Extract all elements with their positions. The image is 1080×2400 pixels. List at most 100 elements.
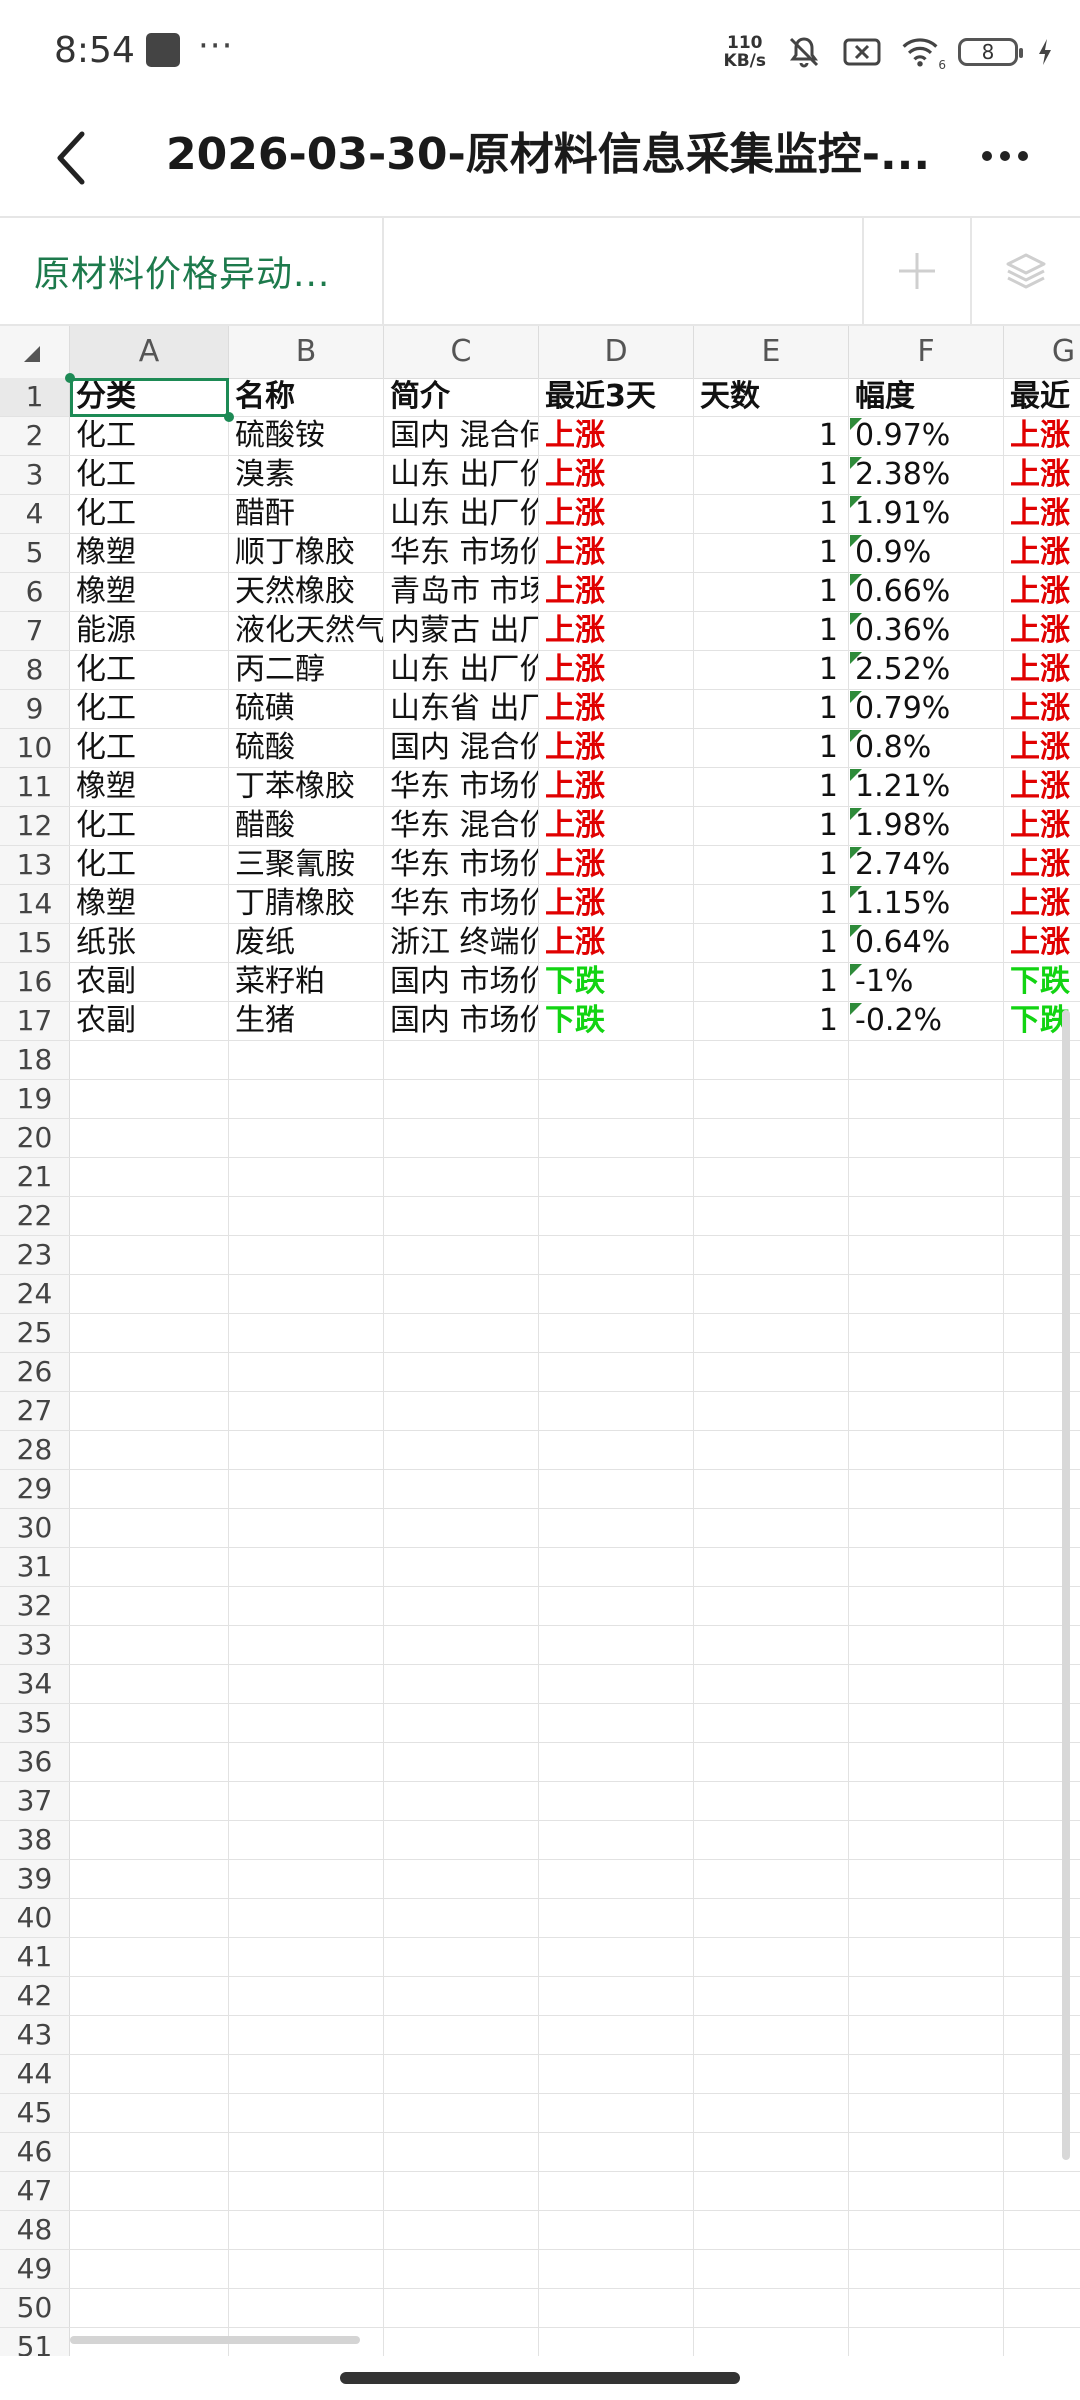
row-number[interactable]: 2 bbox=[0, 417, 70, 455]
table-cell[interactable]: 顺丁橡胶 bbox=[229, 534, 384, 572]
column-header-d[interactable]: D bbox=[539, 326, 694, 378]
table-cell[interactable]: 上涨 bbox=[1004, 807, 1080, 845]
table-cell[interactable] bbox=[694, 1938, 849, 1976]
table-cell[interactable]: 青岛市 市场 bbox=[384, 573, 539, 611]
sheet-tab-active[interactable]: 原材料价格异动... bbox=[0, 218, 384, 324]
row-number[interactable]: 13 bbox=[0, 846, 70, 884]
table-cell[interactable]: 1 bbox=[694, 807, 849, 845]
table-cell[interactable]: 化工 bbox=[70, 690, 229, 728]
table-cell[interactable] bbox=[70, 1080, 229, 1118]
table-cell[interactable] bbox=[70, 1626, 229, 1664]
row-number[interactable]: 15 bbox=[0, 924, 70, 962]
table-cell[interactable] bbox=[229, 1665, 384, 1703]
table-cell[interactable] bbox=[229, 2172, 384, 2210]
table-cell[interactable]: 下跌 bbox=[539, 963, 694, 1001]
table-cell[interactable] bbox=[70, 2211, 229, 2249]
row-number[interactable]: 32 bbox=[0, 1587, 70, 1625]
table-cell[interactable] bbox=[70, 1392, 229, 1430]
table-cell[interactable] bbox=[694, 1275, 849, 1313]
column-header-f[interactable]: F bbox=[849, 326, 1004, 378]
table-cell[interactable] bbox=[694, 1509, 849, 1547]
row-number[interactable]: 7 bbox=[0, 612, 70, 650]
row-number[interactable]: 23 bbox=[0, 1236, 70, 1274]
table-cell[interactable]: 硫酸 bbox=[229, 729, 384, 767]
table-cell[interactable] bbox=[694, 1626, 849, 1664]
back-button[interactable] bbox=[52, 123, 112, 193]
row-number[interactable]: 24 bbox=[0, 1275, 70, 1313]
table-cell[interactable] bbox=[229, 2250, 384, 2288]
table-cell[interactable] bbox=[849, 1821, 1004, 1859]
table-cell[interactable]: 硫酸铵 bbox=[229, 417, 384, 455]
column-header-b[interactable]: B bbox=[229, 326, 384, 378]
table-cell[interactable]: 上涨 bbox=[539, 612, 694, 650]
add-sheet-button[interactable] bbox=[862, 218, 972, 324]
table-cell[interactable] bbox=[384, 1977, 539, 2015]
table-cell[interactable]: 浙江 终端价 bbox=[384, 924, 539, 962]
table-cell[interactable]: 1 bbox=[694, 417, 849, 455]
table-cell[interactable] bbox=[1004, 2250, 1080, 2288]
row-number[interactable]: 39 bbox=[0, 1860, 70, 1898]
table-cell[interactable] bbox=[539, 1197, 694, 1235]
table-cell[interactable] bbox=[70, 1938, 229, 1976]
table-cell[interactable] bbox=[229, 1548, 384, 1586]
table-cell[interactable]: 上涨 bbox=[539, 417, 694, 455]
table-cell[interactable] bbox=[539, 1626, 694, 1664]
table-cell[interactable]: 上涨 bbox=[539, 651, 694, 689]
table-cell[interactable] bbox=[694, 2133, 849, 2171]
row-number[interactable]: 18 bbox=[0, 1041, 70, 1079]
row-number[interactable]: 8 bbox=[0, 651, 70, 689]
table-cell[interactable] bbox=[384, 1119, 539, 1157]
row-number[interactable]: 12 bbox=[0, 807, 70, 845]
table-cell[interactable]: 2.74% bbox=[849, 846, 1004, 884]
row-number[interactable]: 35 bbox=[0, 1704, 70, 1742]
row-number[interactable]: 31 bbox=[0, 1548, 70, 1586]
header-cell[interactable]: 最近3天 bbox=[539, 378, 694, 416]
table-cell[interactable]: 上涨 bbox=[1004, 924, 1080, 962]
table-cell[interactable] bbox=[229, 1626, 384, 1664]
table-cell[interactable] bbox=[849, 1353, 1004, 1391]
table-cell[interactable] bbox=[384, 1704, 539, 1742]
table-cell[interactable] bbox=[229, 2133, 384, 2171]
row-number[interactable]: 4 bbox=[0, 495, 70, 533]
table-cell[interactable] bbox=[229, 1431, 384, 1469]
table-cell[interactable]: 2.52% bbox=[849, 651, 1004, 689]
table-cell[interactable] bbox=[849, 1119, 1004, 1157]
table-cell[interactable]: 上涨 bbox=[539, 573, 694, 611]
row-number[interactable]: 51 bbox=[0, 2328, 70, 2356]
table-cell[interactable] bbox=[229, 1197, 384, 1235]
table-cell[interactable]: 上涨 bbox=[1004, 651, 1080, 689]
header-cell[interactable]: 简介 bbox=[384, 378, 539, 416]
sheets-list-button[interactable] bbox=[972, 218, 1080, 324]
table-cell[interactable] bbox=[849, 1509, 1004, 1547]
row-number[interactable]: 10 bbox=[0, 729, 70, 767]
gesture-navigation-bar[interactable] bbox=[340, 2372, 740, 2384]
row-number[interactable]: 22 bbox=[0, 1197, 70, 1235]
table-cell[interactable] bbox=[229, 1314, 384, 1352]
table-cell[interactable] bbox=[70, 1743, 229, 1781]
table-cell[interactable] bbox=[539, 2211, 694, 2249]
table-cell[interactable] bbox=[384, 2211, 539, 2249]
table-cell[interactable]: 上涨 bbox=[1004, 729, 1080, 767]
table-cell[interactable] bbox=[849, 2289, 1004, 2327]
row-number[interactable]: 34 bbox=[0, 1665, 70, 1703]
table-cell[interactable] bbox=[539, 1665, 694, 1703]
table-cell[interactable]: 上涨 bbox=[539, 729, 694, 767]
table-cell[interactable] bbox=[384, 1431, 539, 1469]
table-cell[interactable]: 上涨 bbox=[1004, 690, 1080, 728]
table-cell[interactable]: 丁苯橡胶 bbox=[229, 768, 384, 806]
row-number[interactable]: 17 bbox=[0, 1002, 70, 1040]
table-cell[interactable]: 1 bbox=[694, 768, 849, 806]
selection-handle[interactable] bbox=[224, 412, 234, 422]
table-cell[interactable] bbox=[539, 1704, 694, 1742]
table-cell[interactable] bbox=[539, 1119, 694, 1157]
table-cell[interactable] bbox=[694, 1743, 849, 1781]
table-cell[interactable] bbox=[694, 1782, 849, 1820]
table-cell[interactable]: 1 bbox=[694, 885, 849, 923]
table-cell[interactable] bbox=[70, 1548, 229, 1586]
table-cell[interactable] bbox=[384, 1080, 539, 1118]
header-cell[interactable]: 最近 bbox=[1004, 378, 1080, 416]
table-cell[interactable] bbox=[70, 1704, 229, 1742]
row-number[interactable]: 42 bbox=[0, 1977, 70, 2015]
table-cell[interactable] bbox=[70, 1041, 229, 1079]
row-number[interactable]: 45 bbox=[0, 2094, 70, 2132]
